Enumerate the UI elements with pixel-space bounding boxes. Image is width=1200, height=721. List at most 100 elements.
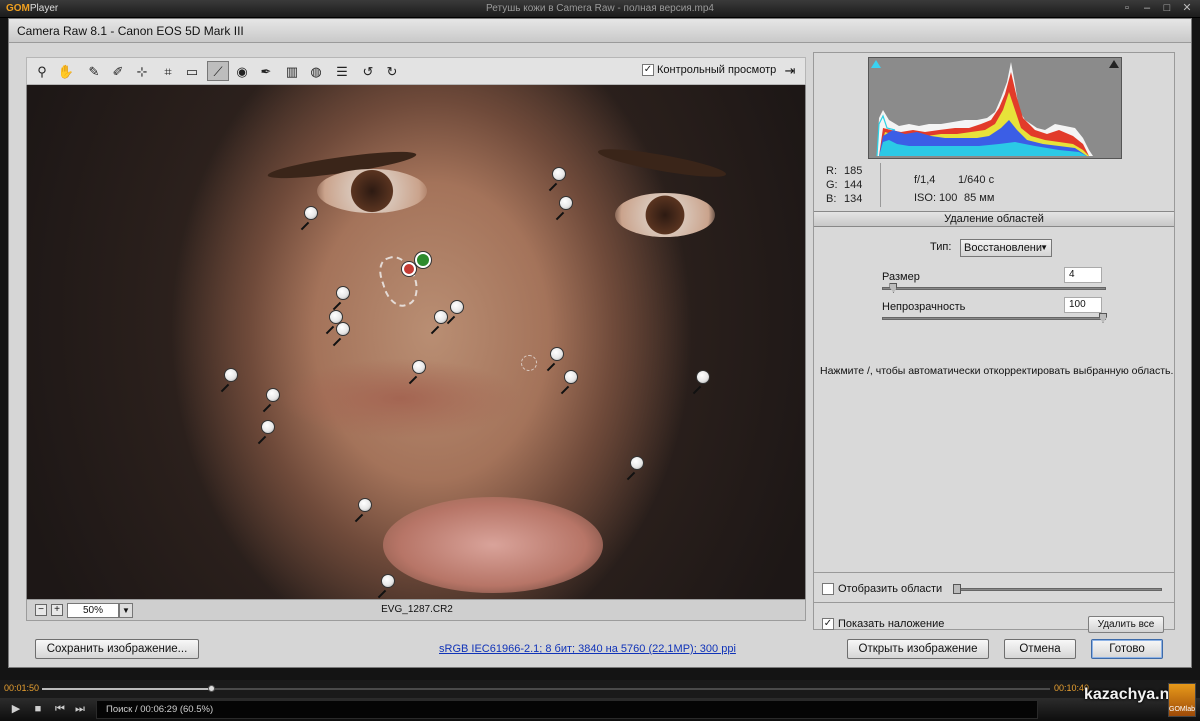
straighten-icon: ▭	[185, 63, 199, 79]
spot-removal-pin[interactable]	[692, 370, 710, 395]
type-value: Восстановлени	[964, 242, 1043, 254]
cancel-button[interactable]: Отмена	[1004, 639, 1076, 659]
radial-filter-tool-button[interactable]: ◍	[305, 61, 327, 81]
pin-stem	[546, 362, 556, 372]
spot-removal-pin[interactable]	[377, 574, 395, 599]
show-overlay-toggle[interactable]: ✓ Показать наложение	[822, 618, 944, 630]
targeted-adjustment-tool-button[interactable]: ⊹	[131, 61, 153, 81]
pin-stem	[354, 513, 364, 523]
visualize-threshold-slider[interactable]	[953, 584, 1162, 594]
brush-icon: ✒	[260, 63, 272, 79]
minimize-icon[interactable]: –	[1138, 2, 1156, 15]
preview-checkbox[interactable]: ✓	[642, 64, 654, 76]
spot-removal-pin[interactable]	[408, 360, 426, 385]
radial-filter-icon: ◍	[310, 63, 322, 79]
right-eyebrow	[596, 143, 728, 183]
magnifier-icon: ⚲	[37, 63, 47, 79]
adjustment-brush-tool-button[interactable]: ✒	[255, 61, 277, 81]
focal-length: 85 мм	[964, 192, 995, 204]
histogram	[868, 57, 1122, 159]
spot-removal-pin[interactable]	[546, 347, 564, 372]
color-sampler-tool-button[interactable]: ✐	[107, 61, 129, 81]
spot-removal-pin[interactable]	[548, 167, 566, 192]
rotate-right-button[interactable]: ↻	[381, 61, 403, 81]
size-input[interactable]: 4	[1064, 267, 1102, 283]
preview-toggle[interactable]: ✓ Контрольный просмотр	[642, 64, 776, 76]
zoom-tool-button[interactable]: ⚲	[31, 61, 53, 81]
spot-removal-pin[interactable]	[262, 388, 280, 413]
visualize-spots-toggle[interactable]: Отобразить области	[822, 583, 942, 595]
rgb-readout: R: 185 G: 144 B: 134	[826, 165, 863, 205]
pin-stem	[692, 385, 702, 395]
pin-head-icon	[336, 322, 350, 336]
close-icon[interactable]: ✕	[1178, 2, 1196, 15]
rotate-right-icon: ↻	[386, 63, 398, 79]
size-slider[interactable]	[882, 283, 1106, 293]
opacity-label: Непрозрачность	[882, 301, 966, 313]
hand-icon: ✋	[57, 63, 75, 79]
stop-icon[interactable]: ■	[30, 702, 46, 717]
visualize-spots-checkbox[interactable]	[822, 583, 834, 595]
spot-removal-pin[interactable]	[332, 322, 350, 347]
spot-cursor	[521, 355, 537, 371]
spot-removal-pin[interactable]	[354, 498, 372, 523]
opacity-slider-handle[interactable]	[1099, 313, 1107, 323]
save-image-button[interactable]: Сохранить изображение...	[35, 639, 199, 659]
straighten-tool-button[interactable]: ▭	[181, 61, 203, 81]
spot-removal-pin[interactable]	[555, 196, 573, 221]
spot-removal-pin[interactable]	[626, 456, 644, 481]
pin-stem	[377, 589, 387, 599]
lips	[383, 497, 603, 593]
player-file-title: Ретушь кожи в Camera Raw - полная версия…	[486, 3, 714, 14]
opacity-input[interactable]: 100	[1064, 297, 1102, 313]
done-button[interactable]: Готово	[1091, 639, 1163, 659]
right-eye	[615, 193, 715, 237]
gomlab-button[interactable]: GOMlab	[1168, 683, 1196, 717]
readout-divider	[880, 163, 881, 207]
elapsed-time: 00:01:50	[4, 683, 40, 693]
preferences-tool-button[interactable]: ☰	[331, 61, 353, 81]
spot-removal-pin[interactable]	[257, 420, 275, 445]
hint-text: Нажмите /, чтобы автоматически откоррект…	[820, 365, 1174, 377]
panel-divider	[814, 602, 1174, 603]
hand-tool-button[interactable]: ✋	[55, 61, 77, 81]
spot-removal-pin[interactable]	[300, 206, 318, 231]
red-eye-tool-button[interactable]: ◉	[231, 61, 253, 81]
type-select[interactable]: Восстановлени ▼	[960, 239, 1052, 257]
visualize-slider-handle[interactable]	[953, 584, 961, 594]
fullscreen-icon[interactable]: ⇥	[779, 61, 801, 81]
image-canvas[interactable]	[26, 85, 806, 599]
spot-removal-pin[interactable]	[560, 370, 578, 395]
pin-head-icon	[304, 206, 318, 220]
play-icon[interactable]: ▶	[8, 702, 24, 717]
spot-removal-pin[interactable]	[220, 368, 238, 393]
spot-removal-pin[interactable]	[430, 310, 448, 335]
pin-icon[interactable]: ▫	[1118, 2, 1136, 15]
white-balance-tool-button[interactable]: ✎	[83, 61, 105, 81]
opacity-slider[interactable]	[882, 313, 1107, 323]
workflow-options-link[interactable]: sRGB IEC61966-2.1; 8 бит; 3840 на 5760 (…	[439, 643, 736, 655]
heal-target-pin[interactable]	[415, 252, 431, 268]
spot-removal-tool-button[interactable]: ⟋	[207, 61, 229, 81]
crop-icon: ⌗	[164, 63, 172, 79]
graduated-filter-tool-button[interactable]: ▥	[281, 61, 303, 81]
pin-stem	[626, 471, 636, 481]
next-icon[interactable]: ⏭	[72, 702, 88, 717]
seek-bar[interactable]	[42, 685, 1050, 692]
size-slider-handle[interactable]	[889, 283, 898, 293]
pin-stem	[257, 435, 267, 445]
crop-tool-button[interactable]: ⌗	[157, 61, 179, 81]
graduated-filter-icon: ▥	[285, 63, 299, 79]
spot-removal-pin[interactable]	[332, 286, 350, 311]
open-image-button[interactable]: Открыть изображение	[847, 639, 989, 659]
delete-all-button[interactable]: Удалить все	[1088, 616, 1164, 633]
rotate-left-button[interactable]: ↺	[357, 61, 379, 81]
show-overlay-checkbox[interactable]: ✓	[822, 618, 834, 630]
left-eye	[317, 169, 427, 213]
maximize-icon[interactable]: □	[1158, 2, 1176, 15]
seek-bar-handle[interactable]	[208, 685, 216, 692]
heal-source-pin[interactable]	[402, 262, 416, 276]
previous-icon[interactable]: ⏮	[52, 702, 68, 717]
spot-removal-pin[interactable]	[446, 300, 464, 325]
pin-head-icon	[381, 574, 395, 588]
